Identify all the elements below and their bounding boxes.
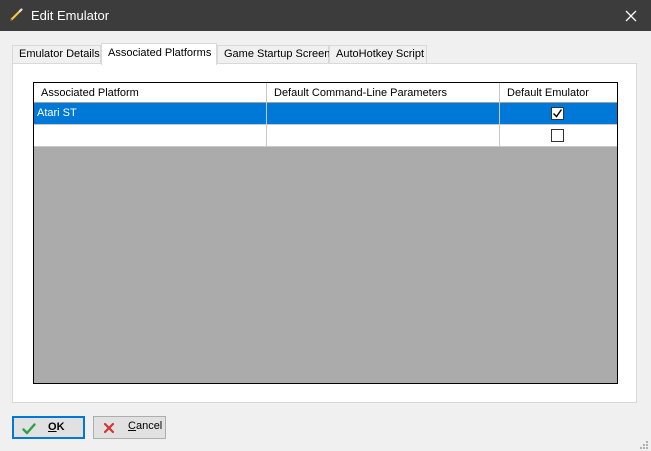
close-button[interactable] [611, 0, 651, 31]
default-emulator-checkbox[interactable] [551, 107, 564, 120]
tab-autohotkey-script[interactable]: AutoHotkey Script [329, 45, 427, 64]
checkmark-icon [553, 109, 563, 118]
default-emulator-cell [500, 125, 617, 147]
default-emulator-checkbox[interactable] [551, 129, 564, 142]
default-emulator-cell [500, 103, 617, 125]
cancel-button[interactable]: Cancel [93, 416, 166, 439]
window-title: Edit Emulator [31, 8, 110, 23]
column-header-associated-platform[interactable]: Associated Platform [34, 83, 267, 103]
cancel-button-label: Cancel [128, 420, 163, 432]
table-row[interactable]: Atari ST [34, 103, 617, 125]
x-icon [102, 421, 116, 435]
grid-header: Associated Platform Default Command-Line… [34, 83, 617, 103]
title-bar: Edit Emulator [0, 0, 651, 31]
ok-button-label: OK [48, 421, 65, 433]
close-icon [625, 10, 637, 21]
column-header-command-line-parameters[interactable]: Default Command-Line Parameters [267, 83, 500, 103]
tab-emulator-details[interactable]: Emulator Details [12, 45, 101, 64]
parameters-cell[interactable] [267, 103, 500, 125]
ok-button[interactable]: OK [12, 416, 85, 439]
tab-associated-platforms[interactable]: Associated Platforms [101, 43, 217, 65]
column-header-default-emulator[interactable]: Default Emulator [500, 83, 617, 103]
platform-cell[interactable]: Atari ST [34, 103, 267, 125]
checkmark-icon [22, 422, 36, 436]
pencil-icon [8, 7, 24, 23]
platform-cell[interactable] [34, 125, 267, 147]
table-row[interactable] [34, 125, 617, 147]
tab-game-startup-screen[interactable]: Game Startup Screen [217, 45, 330, 64]
resize-grip-icon[interactable] [639, 439, 649, 449]
parameters-cell[interactable] [267, 125, 500, 147]
platforms-grid[interactable]: Associated Platform Default Command-Line… [33, 82, 618, 384]
tab-panel: Associated Platform Default Command-Line… [12, 63, 637, 403]
